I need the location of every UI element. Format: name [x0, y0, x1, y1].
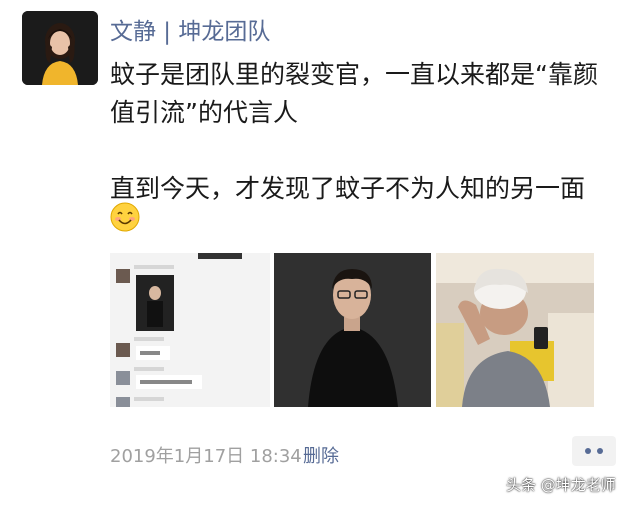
post-line-2: 直到今天，才发现了蚊子不为人知的另一面: [110, 174, 586, 203]
chat-screenshot-icon: [110, 253, 270, 407]
man-in-wig-icon: [436, 253, 594, 407]
post-timestamp: 2019年1月17日 18:34: [110, 446, 302, 467]
photo-chat-screenshot[interactable]: [110, 253, 270, 407]
author-name[interactable]: 文静 | 坤龙团队: [110, 12, 270, 46]
avatar-woman-icon: [22, 11, 98, 85]
portrait-man-icon: [274, 253, 431, 407]
delete-link[interactable]: 删除: [303, 442, 339, 468]
watermark: 头条 @坤龙老师: [506, 476, 616, 494]
post-text: 蚊子是团队里的裂变官，一直以来都是“靠颜值引流”的代言人 直到今天，才发现了蚊子…: [110, 56, 615, 208]
more-dots-icon: [585, 448, 591, 454]
smiling-face-emoji-icon: [110, 202, 140, 232]
more-dots-button[interactable]: [572, 436, 616, 466]
photo-man-in-wig[interactable]: [436, 253, 594, 407]
post-line-1: 蚊子是团队里的裂变官，一直以来都是“靠颜值引流”的代言人: [110, 60, 598, 127]
more-dots-icon: [597, 448, 603, 454]
photo-portrait-man[interactable]: [274, 253, 431, 407]
avatar[interactable]: [22, 11, 98, 85]
